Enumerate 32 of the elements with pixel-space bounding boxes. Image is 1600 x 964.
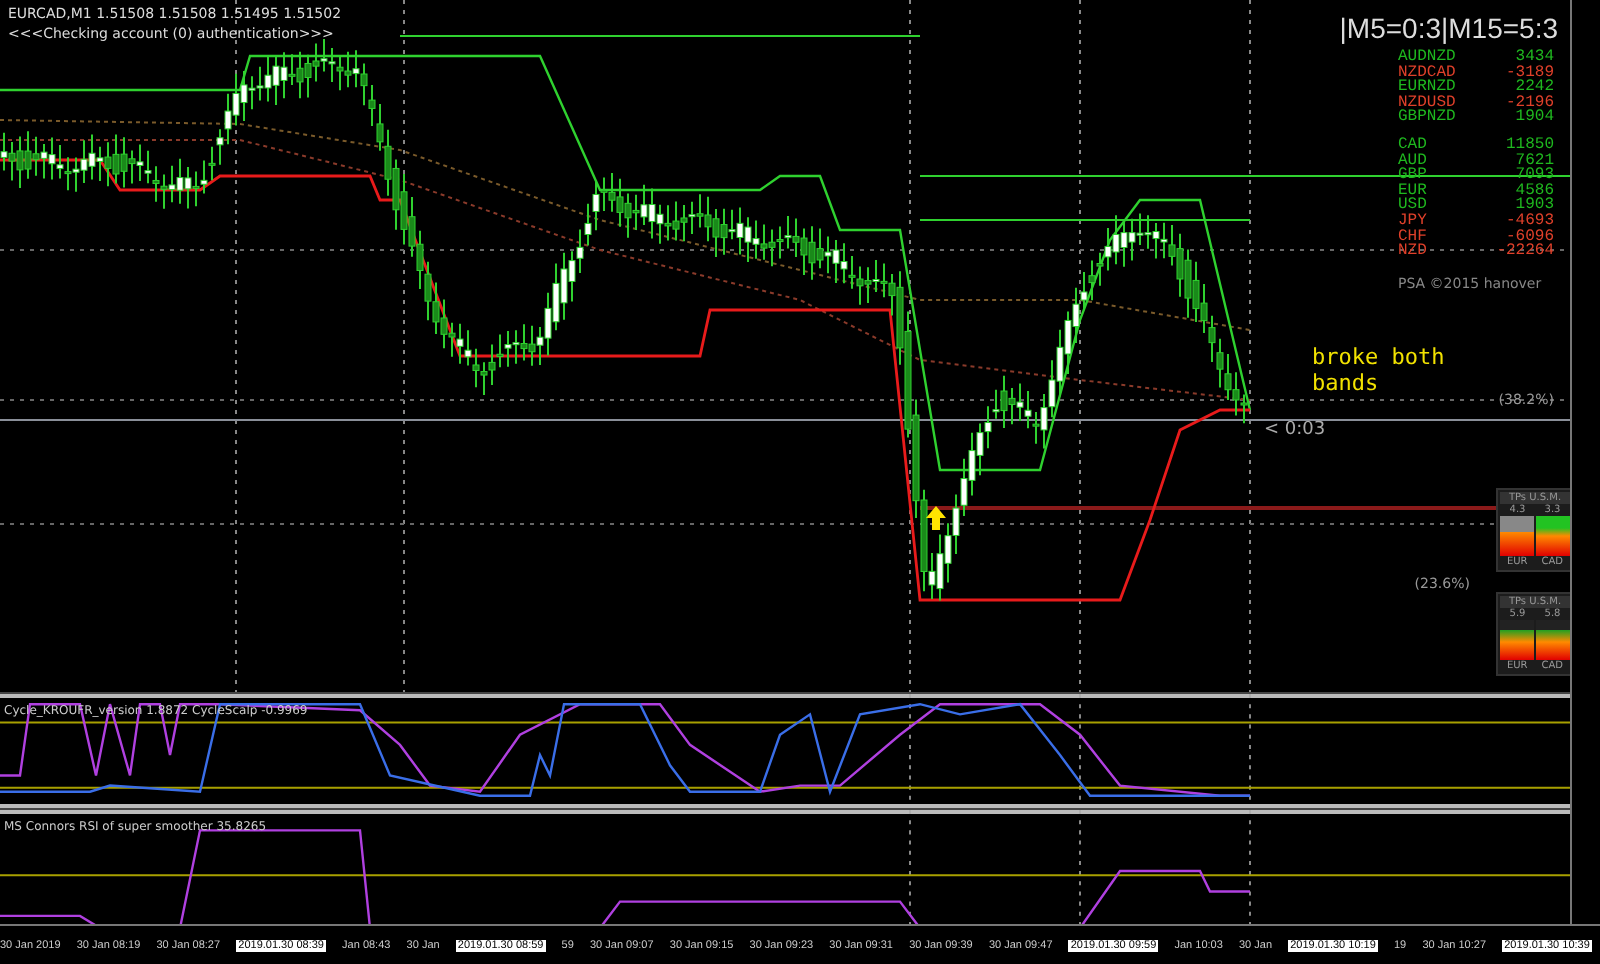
- currency-value: -6096: [1505, 229, 1554, 245]
- currency-value: -4693: [1505, 213, 1554, 230]
- meter-bar: [1536, 620, 1570, 660]
- currency-name: USD: [1398, 198, 1427, 214]
- meter-bar: [1500, 516, 1534, 556]
- currency-name: CAD: [1398, 137, 1427, 154]
- pair-value: -2196: [1505, 95, 1554, 111]
- currency-name: JPY: [1398, 213, 1427, 230]
- pair-name: EURNZD: [1398, 80, 1456, 96]
- signal-readout: |M5=0:3|M15=5:3: [1339, 12, 1558, 44]
- currency-value: -22264: [1496, 244, 1554, 260]
- currency-value: 11850: [1505, 137, 1554, 154]
- pair-value: 1904: [1515, 110, 1554, 126]
- currency-name: NZD: [1398, 244, 1427, 260]
- currency-name: EUR: [1398, 183, 1427, 199]
- countdown-text: < 0:03: [1264, 420, 1326, 440]
- pair-name: NZDUSD: [1398, 95, 1456, 111]
- pair-name: AUDNZD: [1398, 50, 1456, 66]
- pair-value: 3434: [1515, 50, 1554, 66]
- currency-name: CHF: [1398, 229, 1427, 245]
- currency-name: AUD: [1398, 153, 1427, 169]
- currency-value: 7621: [1515, 153, 1554, 169]
- pair-value: -3189: [1505, 65, 1554, 81]
- meter-bar: [1536, 516, 1570, 556]
- currency-value: 4586: [1515, 183, 1554, 199]
- arrow-up-icon: [926, 506, 946, 530]
- currency-value: 1903: [1515, 198, 1554, 214]
- pair-name: NZDCAD: [1398, 65, 1456, 81]
- pair-value: 2242: [1515, 80, 1554, 96]
- pair-name: GBPNZD: [1398, 110, 1456, 126]
- meter-bar: [1500, 620, 1534, 660]
- handwritten-note: broke both bands: [1312, 344, 1447, 396]
